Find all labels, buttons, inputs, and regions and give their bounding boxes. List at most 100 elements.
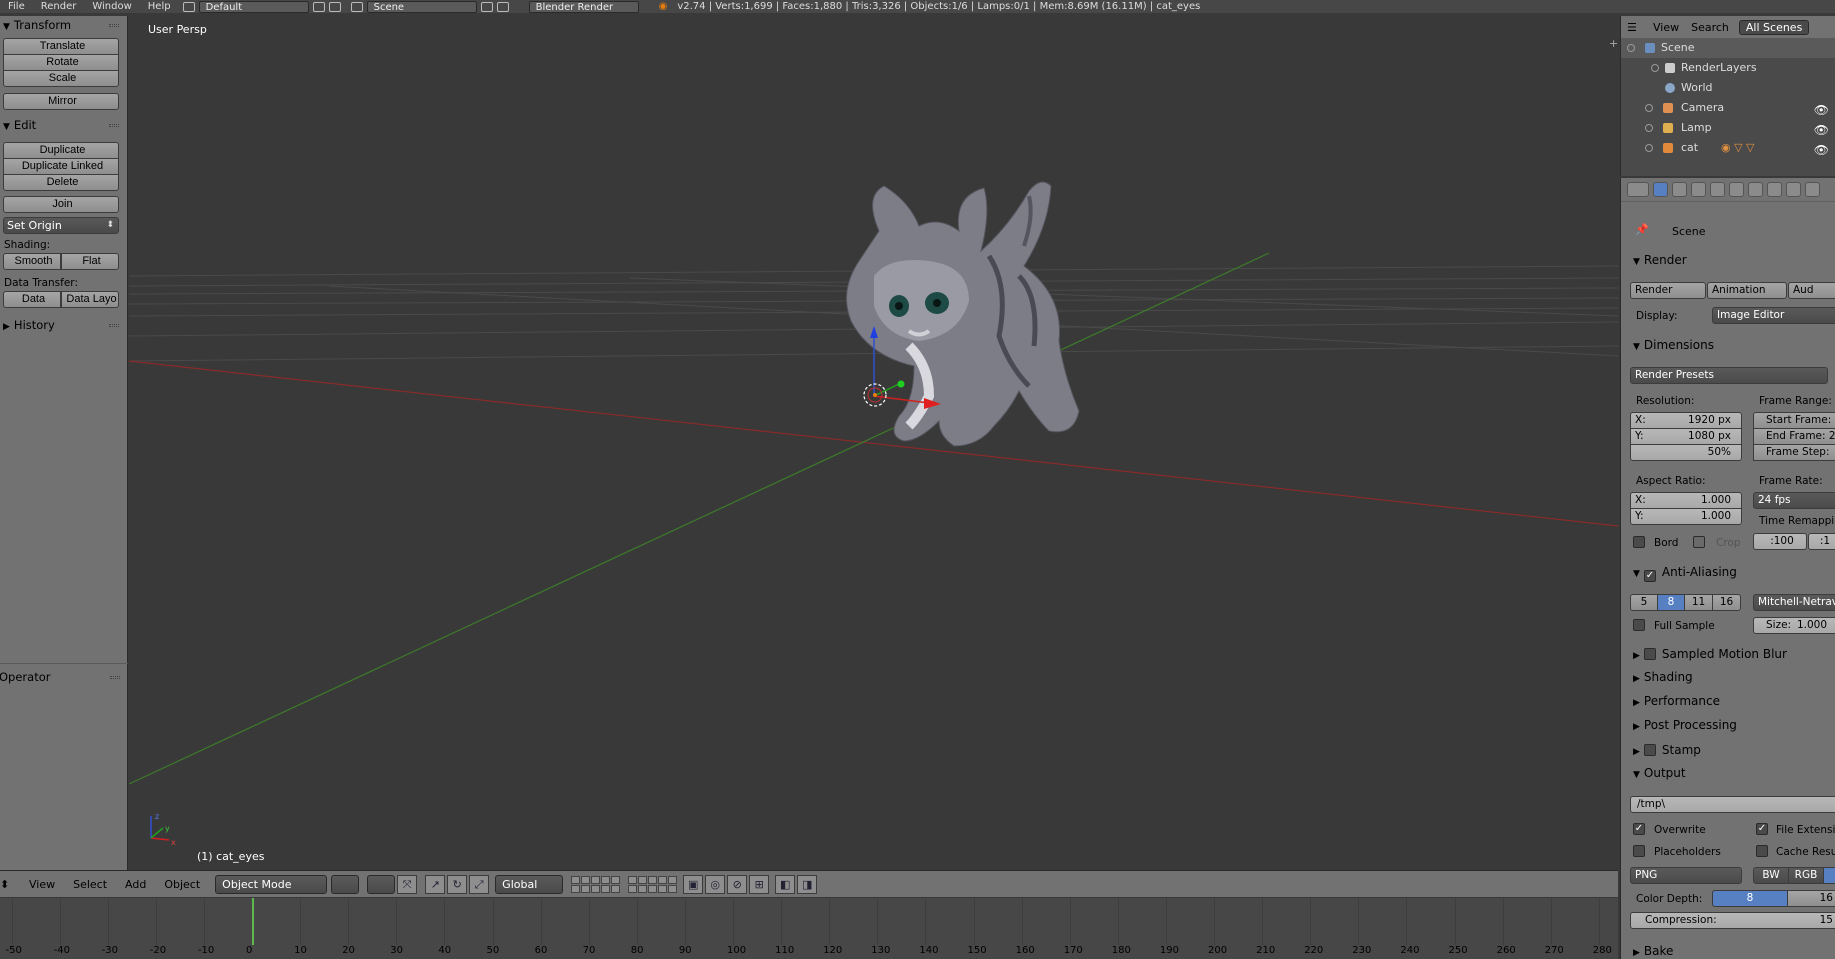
aa-samples-11[interactable]: 11 (1684, 594, 1713, 611)
aa-samples-16[interactable]: 16 (1712, 594, 1741, 611)
data-transfer-button[interactable]: Data (3, 291, 61, 308)
flat-button[interactable]: Flat (61, 253, 119, 270)
translate-manipulator-icon[interactable]: ↗ (425, 874, 446, 894)
expand-icon[interactable] (1627, 44, 1635, 52)
color-bw-button[interactable]: BW (1753, 867, 1789, 884)
render-animation-icon[interactable]: ◨ (797, 874, 818, 894)
frame-rate-dropdown[interactable]: 24 fps (1753, 492, 1835, 509)
expand-icon[interactable] (1645, 104, 1653, 112)
outliner-editor-icon[interactable]: ☰ (1621, 21, 1647, 34)
scale-manipulator-icon[interactable]: ⤢ (469, 874, 490, 894)
smooth-button[interactable]: Smooth (3, 253, 61, 270)
cache-result-checkbox[interactable] (1756, 845, 1768, 857)
resolution-x-field[interactable]: X: 1920 px (1630, 412, 1742, 429)
outliner-view-menu[interactable]: View (1647, 21, 1685, 34)
delete-button[interactable]: Delete (3, 174, 119, 191)
render-image-button[interactable]: Render (1630, 282, 1706, 299)
scene-selector[interactable]: Scene (366, 0, 477, 13)
outliner-item-cat[interactable]: cat ◉ ▽ ▽ 👁 (1621, 138, 1835, 158)
modifiers-tab-icon[interactable] (1767, 182, 1782, 197)
start-frame-field[interactable]: Start Frame: (1753, 412, 1835, 429)
motion-blur-checkbox[interactable] (1643, 648, 1656, 660)
snap-element-icon[interactable]: ⊞ (749, 874, 770, 894)
display-mode-dropdown[interactable]: All Scenes (1738, 19, 1810, 35)
set-origin-dropdown[interactable]: Set Origin (3, 217, 119, 234)
aa-filter-dropdown[interactable]: Mitchell-Netrav (1753, 594, 1835, 611)
current-frame-cursor[interactable] (252, 898, 254, 945)
visibility-eye-icon[interactable]: 👁 (1814, 120, 1829, 140)
color-rgba-button[interactable] (1823, 867, 1835, 884)
outliner-item-camera[interactable]: Camera 👁 (1621, 98, 1835, 118)
object-tab-icon[interactable] (1729, 182, 1744, 197)
outliner-item-renderlayers[interactable]: RenderLayers (1621, 58, 1835, 78)
motion-blur-panel-header[interactable]: ▶ Sampled Motion Blur (1633, 646, 1787, 661)
viewport-shading-dropdown[interactable] (331, 874, 360, 894)
close-layout-icon[interactable] (328, 1, 341, 12)
aa-size-field[interactable]: Size: 1.000 (1753, 617, 1835, 634)
material-tab-icon[interactable] (1805, 182, 1820, 197)
expand-icon[interactable] (1645, 144, 1653, 152)
menu-object[interactable]: Object (155, 878, 209, 891)
frame-step-field[interactable]: Frame Step: (1753, 444, 1835, 461)
3d-viewport[interactable]: User Persp (1) cat_eyes z y x + (129, 16, 1618, 870)
end-frame-field[interactable]: End Frame: 2 (1753, 428, 1835, 445)
operator-panel-header[interactable]: Operator (0, 668, 128, 686)
anti-aliasing-panel-header[interactable]: ▼ ✓ Anti-Aliasing (1633, 565, 1737, 582)
stamp-checkbox[interactable] (1643, 744, 1656, 756)
data-layout-transfer-button[interactable]: Data Layo (61, 291, 119, 308)
menu-view[interactable]: View (20, 878, 64, 891)
scene-icon[interactable] (350, 1, 363, 12)
outliner-item-world[interactable]: World (1621, 78, 1835, 98)
snap-toggle-icon[interactable]: ⊘ (727, 874, 748, 894)
render-tab-icon[interactable] (1653, 182, 1668, 197)
aspect-x-field[interactable]: X: 1.000 (1630, 492, 1742, 509)
display-dropdown[interactable]: Image Editor (1712, 307, 1835, 324)
dimensions-panel-header[interactable]: ▼ Dimensions (1633, 338, 1714, 352)
editor-type-icon[interactable]: ⬍ (0, 878, 10, 891)
join-button[interactable]: Join (3, 196, 119, 213)
render-presets-dropdown[interactable]: Render Presets (1630, 367, 1828, 384)
render-audio-button[interactable]: Aud (1788, 282, 1835, 299)
transform-orientation-dropdown[interactable]: Global (495, 874, 564, 894)
color-rgb-button[interactable]: RGB (1788, 867, 1824, 884)
menu-add[interactable]: Add (116, 878, 155, 891)
file-format-dropdown[interactable]: PNG (1630, 867, 1742, 884)
grip-icon[interactable] (109, 24, 119, 27)
expand-icon[interactable] (1645, 124, 1653, 132)
grip-icon[interactable] (110, 676, 120, 679)
add-layout-icon[interactable] (312, 1, 325, 12)
properties-editor-icon[interactable] (1627, 182, 1649, 197)
proportional-edit-icon[interactable]: ◎ (705, 874, 726, 894)
resolution-percentage-field[interactable]: 50% (1630, 444, 1742, 461)
render-panel-header[interactable]: ▼ Render (1633, 253, 1687, 267)
menu-help[interactable]: Help (140, 1, 179, 12)
post-processing-panel-header[interactable]: ▶ Post Processing (1633, 718, 1737, 732)
render-animation-button[interactable]: Animation (1707, 282, 1787, 299)
resolution-y-field[interactable]: Y: 1080 px (1630, 428, 1742, 445)
time-remap-old-field[interactable]: :100 (1753, 533, 1807, 550)
border-checkbox[interactable] (1633, 536, 1645, 548)
output-panel-header[interactable]: ▼ Output (1633, 766, 1686, 780)
constraints-tab-icon[interactable] (1748, 182, 1763, 197)
data-tab-icon[interactable] (1786, 182, 1801, 197)
outliner-item-lamp[interactable]: Lamp 👁 (1621, 118, 1835, 138)
anti-aliasing-checkbox[interactable]: ✓ (1643, 570, 1656, 582)
color-depth-16-button[interactable]: 16 (1787, 890, 1835, 907)
aspect-y-field[interactable]: Y: 1.000 (1630, 508, 1742, 525)
manipulator-toggle-icon[interactable]: ⤧ (397, 874, 418, 894)
pivot-point-dropdown[interactable] (367, 874, 396, 894)
outliner-search-menu[interactable]: Search (1685, 21, 1735, 34)
scene-tab-icon[interactable] (1691, 182, 1706, 197)
aa-samples-5[interactable]: 5 (1630, 594, 1658, 611)
layer-buttons-group-1[interactable] (571, 875, 621, 893)
layout-selector[interactable]: Default (198, 0, 309, 13)
time-remap-new-field[interactable]: :1 (1808, 533, 1835, 550)
overwrite-checkbox[interactable]: ✓ (1633, 823, 1645, 835)
lock-layers-icon[interactable]: ▣ (683, 874, 704, 894)
duplicate-button[interactable]: Duplicate (3, 142, 119, 159)
edit-panel-header[interactable]: ▼ Edit (0, 116, 127, 134)
menu-render[interactable]: Render (33, 1, 85, 12)
menu-window[interactable]: Window (84, 1, 139, 12)
outliner-item-scene[interactable]: Scene (1621, 38, 1835, 58)
bake-panel-header[interactable]: ▶ Bake (1633, 944, 1673, 958)
